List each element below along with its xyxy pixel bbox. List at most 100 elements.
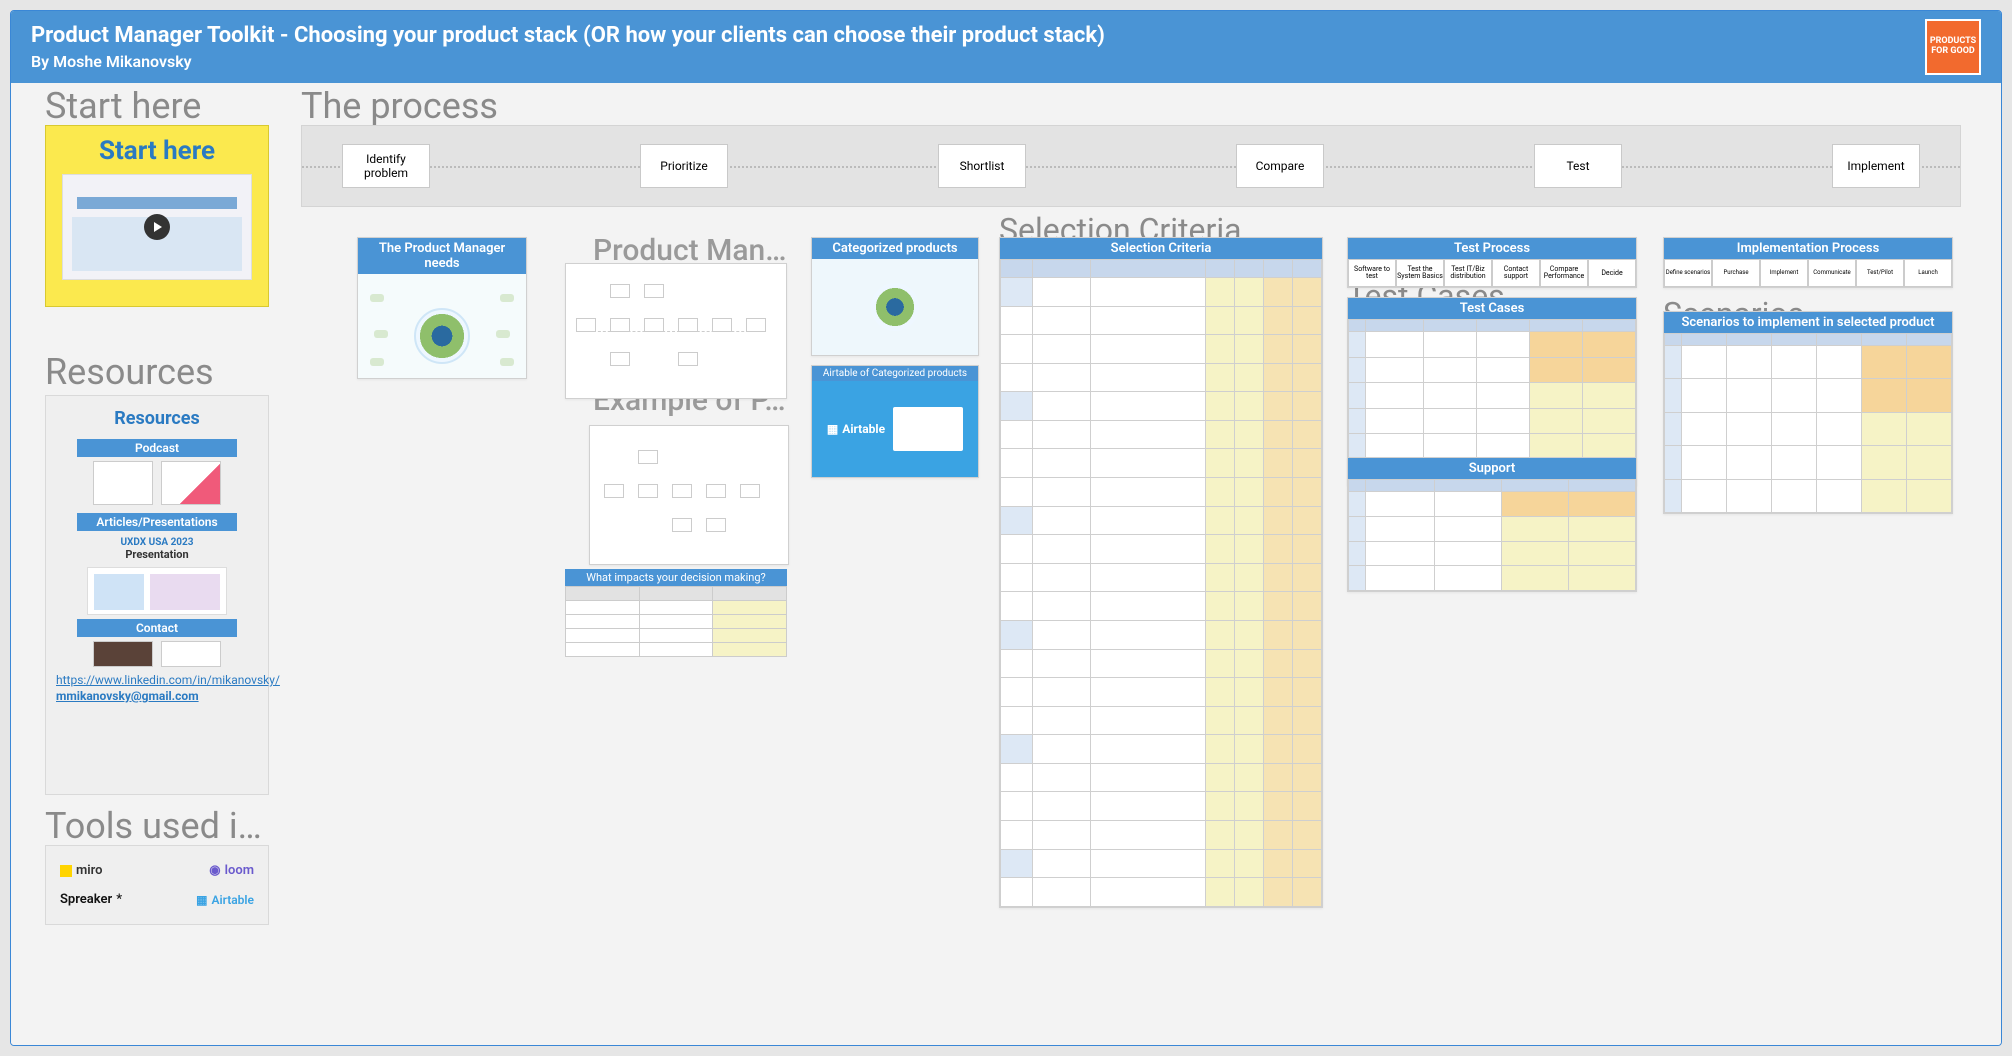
categorized-products-header: Categorized products bbox=[812, 238, 978, 259]
email-link[interactable]: mmikanovsky@gmail.com bbox=[56, 689, 258, 703]
header-text-block: Product Manager Toolkit - Choosing your … bbox=[31, 23, 1105, 71]
tp-box-3[interactable]: Contact support bbox=[1492, 259, 1540, 287]
test-cases-header: Test Cases bbox=[1348, 298, 1636, 319]
articles-header: Articles/Presentations bbox=[77, 513, 237, 531]
resources-panel[interactable]: Resources Podcast Articles/Presentations… bbox=[45, 395, 269, 795]
process-connector bbox=[302, 166, 1960, 168]
resources-title: Resources bbox=[56, 408, 258, 429]
tp-box-0[interactable]: Software to test bbox=[1348, 259, 1396, 287]
step-compare[interactable]: Compare bbox=[1236, 144, 1324, 188]
airtable-window bbox=[893, 407, 963, 451]
support-header: Support bbox=[1348, 458, 1636, 479]
step-prioritize[interactable]: Prioritize bbox=[640, 144, 728, 188]
pm-needs-header: The Product Manager needs bbox=[358, 238, 526, 274]
miro-board[interactable]: Product Manager Toolkit - Choosing your … bbox=[10, 10, 2002, 1046]
frame-label-process[interactable]: The process bbox=[301, 85, 498, 127]
frame-label-resources[interactable]: Resources bbox=[45, 351, 214, 393]
products-for-good-logo: PRODUCTS FOR GOOD bbox=[1925, 19, 1981, 75]
contact-header: Contact bbox=[77, 619, 237, 637]
tool-airtable[interactable]: ▦ Airtable bbox=[196, 893, 254, 907]
podcast-cards bbox=[56, 461, 258, 505]
step-identify[interactable]: Identify problem bbox=[342, 144, 430, 188]
podcast-header: Podcast bbox=[77, 439, 237, 457]
selection-criteria-card[interactable]: Selection Criteria bbox=[999, 237, 1323, 908]
ip-box-0[interactable]: Define scenarios bbox=[1664, 259, 1712, 287]
podcast-card-2[interactable] bbox=[161, 461, 221, 505]
ip-box-2[interactable]: Implement bbox=[1760, 259, 1808, 287]
tp-box-5[interactable]: Decide bbox=[1588, 259, 1636, 287]
process-strip[interactable]: Identify problem Prioritize Shortlist Co… bbox=[301, 125, 1961, 207]
start-here-card[interactable]: Start here bbox=[45, 125, 269, 307]
airtable-categorized-card[interactable]: Airtable of Categorized products ▦ Airta… bbox=[811, 365, 979, 478]
support-table bbox=[1348, 479, 1636, 591]
example-flow-card[interactable] bbox=[589, 425, 789, 565]
categorized-circle-icon bbox=[871, 283, 919, 331]
pm-needs-body bbox=[358, 274, 526, 378]
canvas[interactable]: Start here Resources Tools used in t… Th… bbox=[11, 83, 2002, 1046]
tool-miro[interactable]: miro bbox=[60, 863, 103, 878]
contact-card-1[interactable] bbox=[93, 641, 153, 667]
what-impacts-table bbox=[565, 586, 787, 657]
miro-icon bbox=[60, 865, 72, 877]
ip-box-4[interactable]: Test/Pilot bbox=[1856, 259, 1904, 287]
uxdx-slide-thumb[interactable] bbox=[87, 567, 227, 615]
airtable-categorized-header: Airtable of Categorized products bbox=[812, 366, 978, 381]
test-process-card[interactable]: Test Process Software to test Test the S… bbox=[1347, 237, 1637, 288]
board-header: Product Manager Toolkit - Choosing your … bbox=[11, 11, 2001, 83]
step-implement[interactable]: Implement bbox=[1832, 144, 1920, 188]
tp-box-4[interactable]: Compare Performance bbox=[1540, 259, 1588, 287]
airtable-logo: ▦ Airtable bbox=[827, 422, 885, 436]
scenarios-table bbox=[1664, 333, 1952, 513]
tool-loom[interactable]: ◉ loom bbox=[209, 863, 254, 878]
pm-needs-bubbles bbox=[370, 290, 514, 368]
contact-cards bbox=[56, 641, 258, 667]
tool-spreaker[interactable]: Spreaker* bbox=[60, 892, 122, 907]
product-man-flow-body bbox=[566, 264, 786, 398]
uxdx-line1: UXDX USA 2023 bbox=[56, 537, 258, 548]
scenarios-header: Scenarios to implement in selected produ… bbox=[1664, 312, 1952, 333]
linkedin-link[interactable]: https://www.linkedin.com/in/mikanovsky/ bbox=[56, 673, 258, 687]
contact-card-2[interactable] bbox=[161, 641, 221, 667]
test-process-header: Test Process bbox=[1348, 238, 1636, 259]
tool-miro-label: miro bbox=[76, 863, 103, 878]
board-title: Product Manager Toolkit - Choosing your … bbox=[31, 23, 1105, 48]
play-icon[interactable] bbox=[144, 214, 170, 240]
what-impacts-card[interactable]: What impacts your decision making? bbox=[565, 569, 787, 657]
board-subtitle: By Moshe Mikanovsky bbox=[31, 52, 1105, 71]
example-flow-body bbox=[590, 426, 788, 564]
pm-needs-card[interactable]: The Product Manager needs bbox=[357, 237, 527, 379]
tp-box-1[interactable]: Test the System Basics bbox=[1396, 259, 1444, 287]
implementation-process-body: Define scenarios Purchase Implement Comm… bbox=[1664, 259, 1952, 287]
ip-box-1[interactable]: Purchase bbox=[1712, 259, 1760, 287]
step-test[interactable]: Test bbox=[1534, 144, 1622, 188]
scenarios-card[interactable]: Scenarios to implement in selected produ… bbox=[1663, 311, 1953, 514]
tool-airtable-label: Airtable bbox=[211, 893, 254, 907]
implementation-process-header: Implementation Process bbox=[1664, 238, 1952, 259]
start-here-title: Start here bbox=[99, 136, 215, 166]
support-card[interactable]: Support bbox=[1347, 457, 1637, 592]
logo-text: PRODUCTS FOR GOOD bbox=[1927, 37, 1979, 57]
what-impacts-header: What impacts your decision making? bbox=[565, 569, 787, 586]
uxdx-block: UXDX USA 2023 Presentation bbox=[56, 537, 258, 561]
selection-criteria-body bbox=[1000, 259, 1322, 907]
tools-panel[interactable]: miro ◉ loom Spreaker* ▦ Airtable bbox=[45, 845, 269, 925]
product-man-flow-card[interactable] bbox=[565, 263, 787, 399]
frame-label-tools[interactable]: Tools used in t… bbox=[45, 805, 275, 847]
frame-label-start-here[interactable]: Start here bbox=[45, 85, 201, 127]
selection-criteria-table bbox=[1000, 259, 1322, 907]
uxdx-line2: Presentation bbox=[56, 548, 258, 561]
tool-loom-label: loom bbox=[225, 863, 254, 878]
start-here-video-thumb[interactable] bbox=[62, 174, 252, 280]
tp-box-2[interactable]: Test IT/Biz distribution bbox=[1444, 259, 1492, 287]
support-body bbox=[1348, 479, 1636, 591]
airtable-screenshot: ▦ Airtable bbox=[812, 381, 978, 477]
categorized-products-card[interactable]: Categorized products bbox=[811, 237, 979, 356]
step-shortlist[interactable]: Shortlist bbox=[938, 144, 1026, 188]
categorized-products-image bbox=[812, 259, 978, 355]
airtable-logo-text: Airtable bbox=[842, 422, 885, 436]
ip-box-3[interactable]: Communicate bbox=[1808, 259, 1856, 287]
ip-box-5[interactable]: Launch bbox=[1904, 259, 1952, 287]
podcast-card-1[interactable] bbox=[93, 461, 153, 505]
implementation-process-card[interactable]: Implementation Process Define scenarios … bbox=[1663, 237, 1953, 288]
scenarios-body bbox=[1664, 333, 1952, 513]
